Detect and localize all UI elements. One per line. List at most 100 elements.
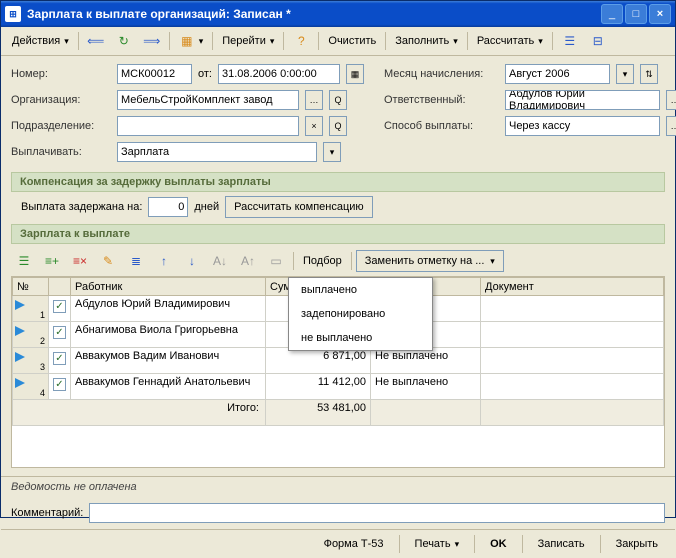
col-emp[interactable]: Работник	[71, 278, 266, 296]
cell-doc[interactable]	[481, 296, 664, 322]
org-label: Организация:	[11, 94, 111, 106]
number-label: Номер:	[11, 68, 111, 80]
comment-input[interactable]	[89, 503, 665, 523]
close-button[interactable]: ×	[649, 4, 671, 24]
app-icon: ⊞	[5, 6, 21, 22]
view2-icon[interactable]: ⊟	[585, 30, 611, 52]
col-check[interactable]	[49, 278, 71, 296]
cell-employee[interactable]: Аввакумов Вадим Иванович	[71, 348, 266, 374]
resp-input[interactable]: Абдулов Юрий Владимирович	[505, 90, 660, 110]
actions-menu[interactable]: Действия▾	[7, 30, 74, 52]
grid-down-icon[interactable]: ↓	[179, 250, 205, 272]
minimize-button[interactable]: _	[601, 4, 623, 24]
cell-sum[interactable]: 11 412,00	[266, 374, 371, 400]
pay-input[interactable]: Зарплата	[117, 142, 317, 162]
number-input[interactable]: МСК00012	[117, 64, 192, 84]
cell-doc[interactable]	[481, 348, 664, 374]
go-menu[interactable]: Перейти▾	[217, 30, 279, 52]
nav-right-icon[interactable]: ⟹	[139, 30, 165, 52]
row-checkbox[interactable]: ✓	[49, 322, 71, 348]
row-checkbox[interactable]: ✓	[49, 374, 71, 400]
select-button[interactable]: Подбор	[298, 250, 347, 272]
month-step-button[interactable]: ⇅	[640, 64, 658, 84]
maximize-button[interactable]: □	[625, 4, 647, 24]
totals-label: Итого:	[13, 400, 266, 426]
menu-item-unpaid[interactable]: не выплачено	[289, 326, 432, 350]
pay-dd-button[interactable]: ▾	[323, 142, 341, 162]
cell-doc[interactable]	[481, 374, 664, 400]
from-label: от:	[198, 68, 212, 80]
sheet-status: Ведомость не оплачена	[1, 476, 675, 497]
grid-sort-icon[interactable]: ≣	[123, 250, 149, 272]
col-doc[interactable]: Документ	[481, 278, 664, 296]
month-dd-button[interactable]: ▾	[616, 64, 634, 84]
post-icon[interactable]: ▦▾	[174, 30, 209, 52]
view1-icon[interactable]: ☰	[557, 30, 583, 52]
cell-status[interactable]: Не выплачено	[371, 348, 481, 374]
org-open-button[interactable]: Q	[329, 90, 347, 110]
col-n[interactable]: №	[13, 278, 49, 296]
grid-file-icon[interactable]: ▭	[263, 250, 289, 272]
bottom-close-button[interactable]: Закрыть	[607, 534, 667, 554]
payroll-header: Зарплата к выплате	[11, 224, 665, 244]
table-row[interactable]: 4✓Аввакумов Геннадий Анатольевич11 412,0…	[13, 374, 664, 400]
date-input[interactable]: 31.08.2006 0:00:00	[218, 64, 340, 84]
row-indicator: 1	[13, 296, 49, 322]
compensation-header: Компенсация за задержку выплаты зарплаты	[11, 172, 665, 192]
replace-mark-button[interactable]: Заменить отметку на ...▾	[356, 250, 504, 272]
row-indicator: 2	[13, 322, 49, 348]
form-t53-button[interactable]: Форма Т-53	[315, 534, 393, 554]
payroll-grid[interactable]: № Работник Сумма Документ 1✓Абдулов Юрий…	[11, 276, 665, 468]
help-icon[interactable]: ?	[288, 30, 314, 52]
window-titlebar: ⊞ Зарплата к выплате организаций: Записа…	[1, 1, 675, 27]
cell-status[interactable]: Не выплачено	[371, 374, 481, 400]
grid-add2-icon[interactable]: ≡+	[39, 250, 65, 272]
month-label: Месяц начисления:	[384, 68, 499, 80]
menu-item-deposited[interactable]: задепонировано	[289, 302, 432, 326]
grid-add-icon[interactable]: ☰	[11, 250, 37, 272]
grid-up-icon[interactable]: ↑	[151, 250, 177, 272]
pay-label: Выплачивать:	[11, 146, 111, 158]
cell-employee[interactable]: Абдулов Юрий Владимирович	[71, 296, 266, 322]
comment-label: Комментарий:	[11, 507, 83, 519]
org-pick-button[interactable]: …	[305, 90, 323, 110]
refresh-icon[interactable]: ↻	[111, 30, 137, 52]
row-indicator: 3	[13, 348, 49, 374]
replace-mark-menu: выплачено задепонировано не выплачено	[288, 277, 433, 351]
calc-menu[interactable]: Рассчитать▾	[472, 30, 548, 52]
nav-left-icon[interactable]: ⟸	[83, 30, 109, 52]
division-input[interactable]	[117, 116, 299, 136]
resp-pick-button[interactable]: …	[666, 90, 676, 110]
date-picker-button[interactable]: ▦	[346, 64, 364, 84]
row-checkbox[interactable]: ✓	[49, 296, 71, 322]
table-row[interactable]: 3✓Аввакумов Вадим Иванович6 871,00Не вып…	[13, 348, 664, 374]
ok-button[interactable]: OK	[481, 534, 516, 554]
clear-button[interactable]: Очистить	[323, 30, 381, 52]
method-label: Способ выплаты:	[384, 120, 499, 132]
grid-za-icon[interactable]: A↑	[235, 250, 261, 272]
cell-employee[interactable]: Аввакумов Геннадий Анатольевич	[71, 374, 266, 400]
cell-doc[interactable]	[481, 322, 664, 348]
method-pick-button[interactable]: …	[666, 116, 676, 136]
row-checkbox[interactable]: ✓	[49, 348, 71, 374]
print-button[interactable]: Печать▾	[406, 534, 469, 554]
days-suffix: дней	[194, 201, 219, 213]
fill-menu[interactable]: Заполнить▾	[390, 30, 463, 52]
grid-edit-icon[interactable]: ✎	[95, 250, 121, 272]
cell-employee[interactable]: Абнагимова Виола Григорьевна	[71, 322, 266, 348]
bottom-toolbar: Форма Т-53 Печать▾ OK Записать Закрыть	[1, 529, 675, 558]
menu-item-paid[interactable]: выплачено	[289, 278, 432, 302]
cell-sum[interactable]: 6 871,00	[266, 348, 371, 374]
grid-del-icon[interactable]: ≡×	[67, 250, 93, 272]
calc-compensation-button[interactable]: Рассчитать компенсацию	[225, 196, 373, 218]
method-input[interactable]: Через кассу	[505, 116, 660, 136]
division-clear-button[interactable]: ×	[305, 116, 323, 136]
month-input[interactable]: Август 2006	[505, 64, 610, 84]
delay-label: Выплата задержана на:	[21, 201, 142, 213]
grid-az-icon[interactable]: A↓	[207, 250, 233, 272]
delay-input[interactable]: 0	[148, 197, 188, 217]
division-open-button[interactable]: Q	[329, 116, 347, 136]
save-button[interactable]: Записать	[529, 534, 594, 554]
resp-label: Ответственный:	[384, 94, 499, 106]
org-input[interactable]: МебельСтройКомплект завод	[117, 90, 299, 110]
